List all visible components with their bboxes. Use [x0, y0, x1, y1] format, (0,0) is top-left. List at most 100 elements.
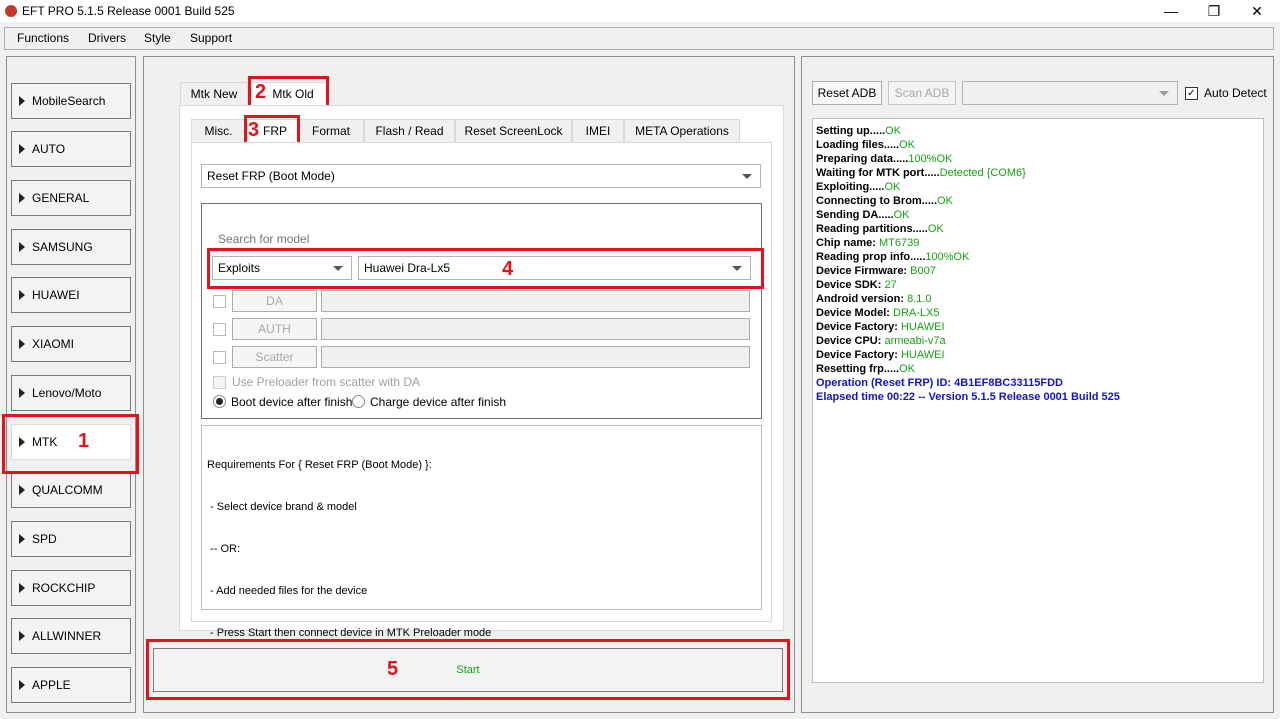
annotation-number-5: 5: [387, 658, 399, 680]
log-key: Device SDK:: [816, 279, 885, 291]
log-line: Operation (Reset FRP) ID: 4B1EF8BC33115F…: [816, 377, 1063, 389]
log-value: OK: [927, 223, 944, 235]
auto-detect-checkbox[interactable]: ✓: [1185, 87, 1198, 100]
sidebar-item-qualcomm[interactable]: QUALCOMM: [11, 472, 131, 508]
sidebar-item-samsung[interactable]: SAMSUNG: [11, 229, 131, 265]
log-lines: Setting up.....OK Loading files.....OK Pre…: [816, 124, 1120, 404]
auth-path-field[interactable]: [321, 318, 750, 340]
chevron-down-icon: [742, 174, 752, 179]
log-line: Resetting frp.....OK: [816, 362, 1120, 376]
annotation-number-1: 1: [78, 430, 90, 452]
auto-detect-label: Auto Detect: [1204, 86, 1267, 100]
log-value: OK: [899, 139, 916, 151]
log-line: Device SDK: 27: [816, 278, 1120, 292]
log-key: Connecting to Brom.....: [816, 195, 937, 207]
scatter-path-field[interactable]: [321, 346, 750, 368]
sidebar-item-spd[interactable]: SPD: [11, 521, 131, 557]
sidebar-item-lenovo-moto[interactable]: Lenovo/Moto: [11, 375, 131, 411]
sidebar-item-auto[interactable]: AUTO: [11, 131, 131, 167]
caret-right-icon: [19, 534, 25, 544]
log-line: Android version: 8.1.0: [816, 292, 1120, 306]
use-preloader-label: Use Preloader from scatter with DA: [232, 375, 421, 389]
model-search-input[interactable]: [212, 229, 750, 250]
use-preloader-checkbox[interactable]: [213, 376, 226, 389]
frp-mode-select[interactable]: Reset FRP (Boot Mode): [201, 164, 761, 188]
tab-mtk-new[interactable]: Mtk New: [180, 82, 248, 105]
log-value: MT6739: [878, 237, 920, 249]
sidebar-item-rockchip[interactable]: ROCKCHIP: [11, 570, 131, 606]
sidebar-item-label: ROCKCHIP: [32, 581, 96, 595]
log-line: Device Model: DRA-LX5: [816, 306, 1120, 320]
reset-adb-button[interactable]: Reset ADB: [812, 81, 882, 105]
sidebar-item-mobilesearch[interactable]: MobileSearch: [11, 83, 131, 119]
charge-after-finish-radio[interactable]: [352, 395, 365, 408]
log-value: B007: [910, 265, 936, 277]
tab-meta-operations[interactable]: META Operations: [624, 119, 740, 142]
annotation-number-4: 4: [502, 258, 514, 280]
menu-functions[interactable]: Functions: [17, 31, 69, 45]
caret-right-icon: [19, 242, 25, 252]
log-value: OK: [884, 181, 901, 193]
log-key: Chip name:: [816, 237, 879, 249]
requirements-line: - Press Start then connect device in MTK…: [207, 627, 492, 639]
menu-style[interactable]: Style: [144, 31, 171, 45]
log-value: 8.1.0: [907, 293, 932, 305]
log-value: HUAWEI: [900, 321, 945, 333]
log-line: Exploiting.....OK: [816, 180, 1120, 194]
log-key: Exploiting.....: [816, 181, 885, 193]
log-line: Reading prop info.....100%OK: [816, 250, 1120, 264]
log-line: Connecting to Brom.....OK: [816, 194, 1120, 208]
caret-right-icon: [19, 144, 25, 154]
close-button[interactable]: ✕: [1234, 0, 1280, 22]
log-value: 100%OK: [908, 153, 953, 165]
tab-format[interactable]: Format: [298, 119, 364, 142]
sidebar-item-label: XIAOMI: [32, 337, 75, 351]
log-value: OK: [885, 125, 901, 137]
da-path-field[interactable]: [321, 290, 750, 312]
annotation-number-3: 3: [248, 119, 260, 141]
sidebar-item-apple[interactable]: APPLE: [11, 667, 131, 703]
annotation-box-1: [2, 414, 139, 474]
scan-adb-button[interactable]: Scan ADB: [888, 81, 956, 105]
menu-support[interactable]: Support: [190, 31, 232, 45]
caret-right-icon: [19, 680, 25, 690]
sidebar-item-label: Lenovo/Moto: [32, 386, 102, 400]
minimize-button[interactable]: —: [1148, 0, 1194, 22]
restore-button[interactable]: ❐: [1191, 0, 1237, 22]
adb-device-select[interactable]: [962, 81, 1178, 105]
boot-after-finish-radio[interactable]: [213, 395, 226, 408]
auth-button[interactable]: AUTH: [232, 318, 317, 340]
tab-flash-read[interactable]: Flash / Read: [364, 119, 455, 142]
da-checkbox[interactable]: [213, 295, 226, 308]
tab-misc[interactable]: Misc.: [191, 119, 246, 142]
tab-imei[interactable]: IMEI: [572, 119, 624, 142]
log-line: Waiting for MTK port.....Detected {COM6}: [816, 166, 1120, 180]
auth-checkbox[interactable]: [213, 323, 226, 336]
tab-reset-screenlock[interactable]: Reset ScreenLock: [455, 119, 572, 142]
sidebar-item-general[interactable]: GENERAL: [11, 180, 131, 216]
scatter-checkbox[interactable]: [213, 351, 226, 364]
window-title: EFT PRO 5.1.5 Release 0001 Build 525: [22, 4, 235, 18]
menu-drivers[interactable]: Drivers: [88, 31, 126, 45]
scatter-button[interactable]: Scatter: [232, 346, 317, 368]
da-button[interactable]: DA: [232, 290, 317, 312]
log-key: Device Factory:: [816, 321, 901, 333]
annotation-box-5: [146, 639, 790, 700]
sidebar-item-xiaomi[interactable]: XIAOMI: [11, 326, 131, 362]
log-value: DRA-LX5: [893, 307, 940, 319]
log-key: Setting up.....: [816, 125, 886, 137]
requirements-box: Requirements For { Reset FRP (Boot Mode)…: [201, 425, 762, 639]
log-key: Device Model:: [816, 307, 894, 319]
log-line: Preparing data.....100%OK: [816, 152, 1120, 166]
log-value: 27: [884, 279, 897, 291]
sidebar-item-label: APPLE: [32, 678, 71, 692]
sidebar-item-label: HUAWEI: [32, 288, 80, 302]
log-line: Elapsed time 00:22 -- Version 5.1.5 Rele…: [816, 391, 1120, 403]
sidebar-item-huawei[interactable]: HUAWEI: [11, 277, 131, 313]
requirements-line: Requirements For { Reset FRP (Boot Mode)…: [207, 459, 432, 471]
caret-right-icon: [19, 339, 25, 349]
log-key: Device Firmware:: [816, 265, 911, 277]
sidebar-item-label: ALLWINNER: [32, 629, 102, 643]
requirements-line: - Add needed files for the device: [207, 585, 368, 597]
sidebar-item-allwinner[interactable]: ALLWINNER: [11, 618, 131, 654]
